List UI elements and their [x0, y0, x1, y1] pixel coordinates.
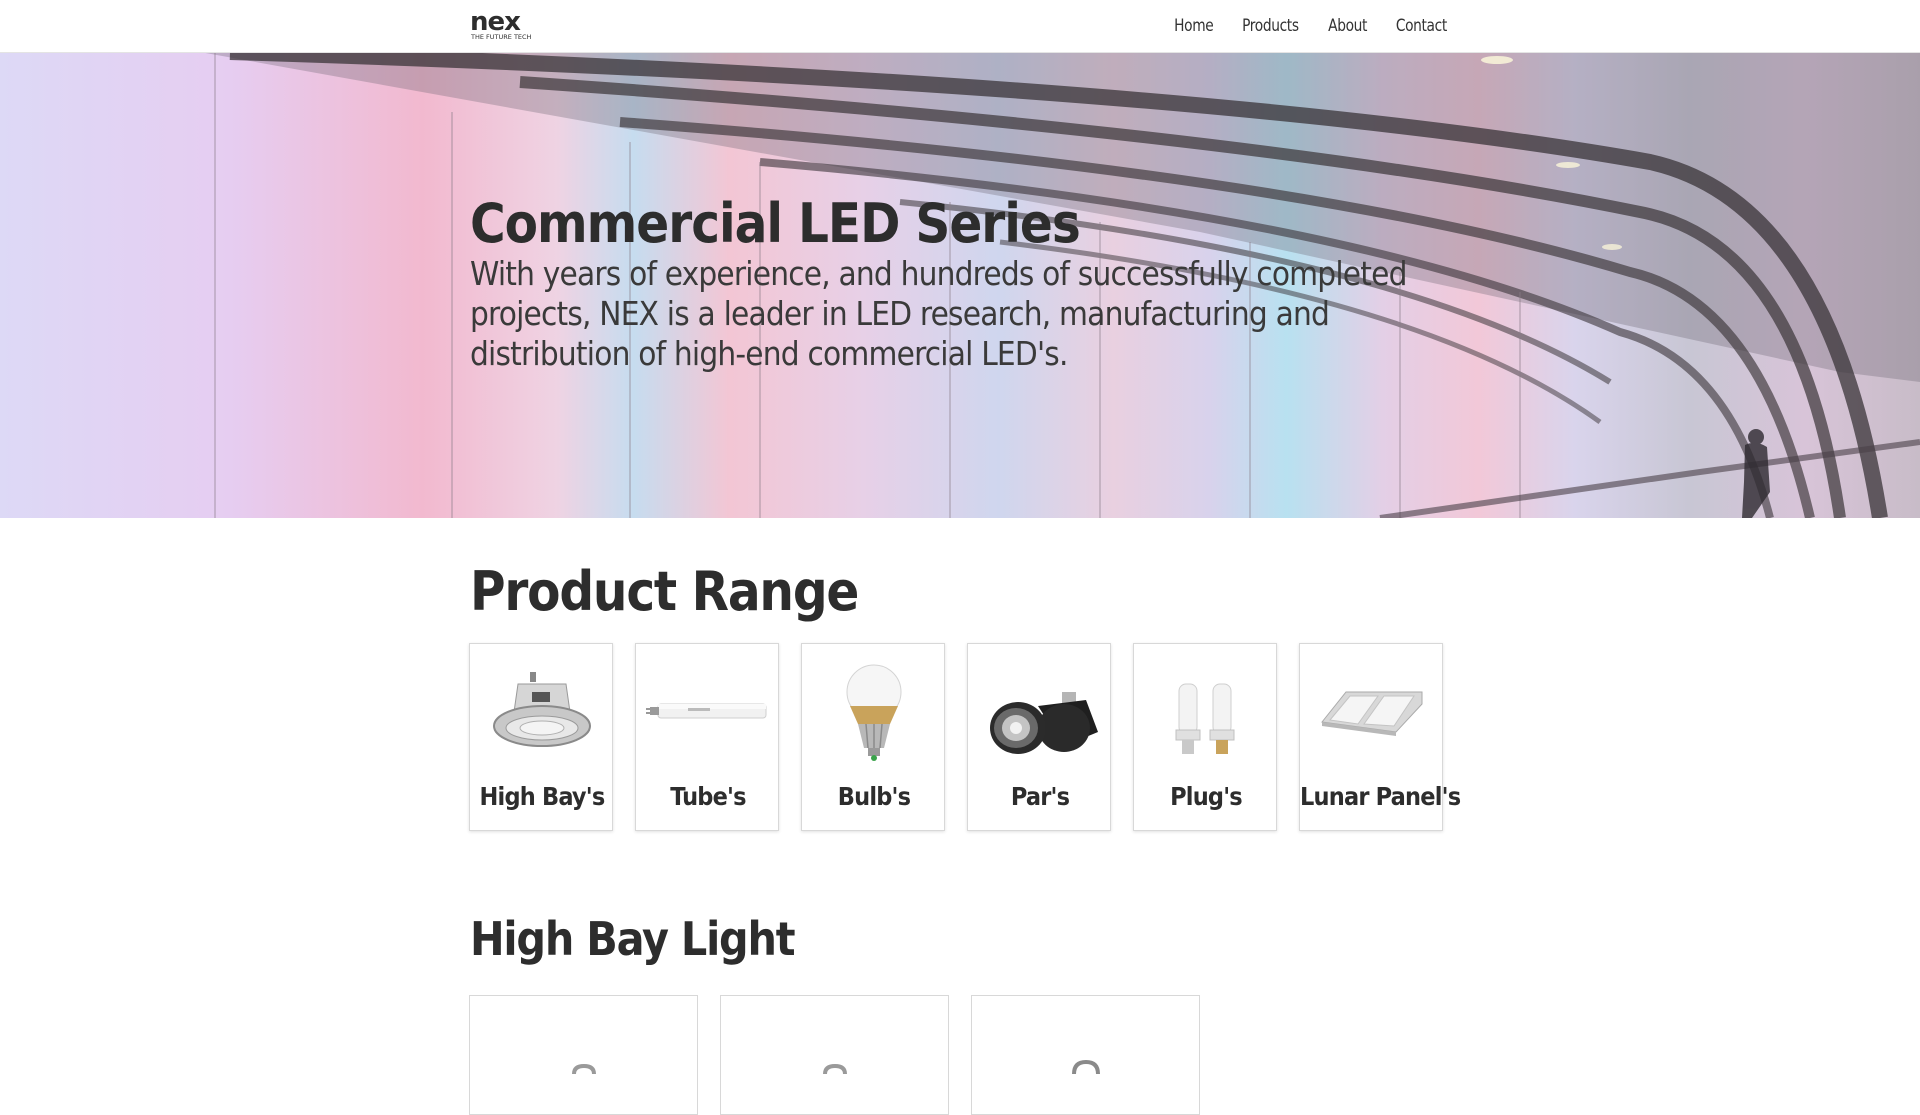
high-bay-product-card[interactable] [720, 995, 949, 1115]
high-bay-hook-icon [823, 1063, 847, 1075]
card-label: Lunar Panel's [1300, 782, 1461, 811]
product-card-high-bay[interactable]: High Bay's [469, 643, 613, 831]
led-bulb-icon [846, 664, 902, 761]
hero-banner: Commercial LED Series With years of expe… [0, 52, 1920, 518]
led-tube-icon [646, 703, 767, 719]
card-label: Plug's [1170, 782, 1243, 811]
product-card-bulb[interactable]: Bulb's [801, 643, 945, 831]
high-bay-hook-icon [1072, 1059, 1100, 1075]
hero-title: Commercial LED Series [470, 192, 1081, 255]
hero-subtitle: With years of experience, and hundreds o… [470, 254, 1407, 373]
top-navbar: nex THE FUTURE TECH Home Products About … [0, 0, 1920, 53]
product-range-cards: High Bay's Tube's Bulb's Par's Plug's Lu… [469, 643, 1461, 831]
card-label: Tube's [670, 782, 746, 811]
high-bay-title: High Bay Light [470, 912, 796, 966]
par-lamp-icon [990, 692, 1098, 754]
lunar-panel-icon [1321, 691, 1423, 736]
high-bay-product-card[interactable] [469, 995, 698, 1115]
high-bay-cards [469, 995, 1200, 1115]
product-card-plug[interactable]: Plug's [1133, 643, 1277, 831]
nav-contact[interactable]: Contact [1396, 16, 1447, 36]
high-bay-product-card[interactable] [971, 995, 1200, 1115]
product-range-title: Product Range [470, 560, 859, 623]
card-label: Bulb's [837, 782, 911, 811]
svg-text:THE FUTURE TECH: THE FUTURE TECH [470, 33, 532, 41]
card-label: High Bay's [479, 782, 606, 811]
product-card-par[interactable]: Par's [967, 643, 1111, 831]
nex-logo[interactable]: nex THE FUTURE TECH [470, 10, 540, 42]
nav-products[interactable]: Products [1242, 16, 1299, 36]
product-card-tube[interactable]: Tube's [635, 643, 779, 831]
card-label: Par's [1010, 782, 1070, 811]
nav-home[interactable]: Home [1174, 16, 1214, 36]
high-bay-light-icon [493, 672, 591, 747]
nav-about[interactable]: About [1328, 16, 1367, 36]
high-bay-hook-icon [572, 1063, 596, 1075]
plug-lamp-icon [1175, 683, 1235, 754]
hero-text: Commercial LED Series With years of expe… [470, 194, 1450, 374]
product-card-lunar-panel[interactable]: Lunar Panel's [1299, 643, 1461, 831]
nav-links: Home Products About Contact [1172, 0, 1450, 52]
